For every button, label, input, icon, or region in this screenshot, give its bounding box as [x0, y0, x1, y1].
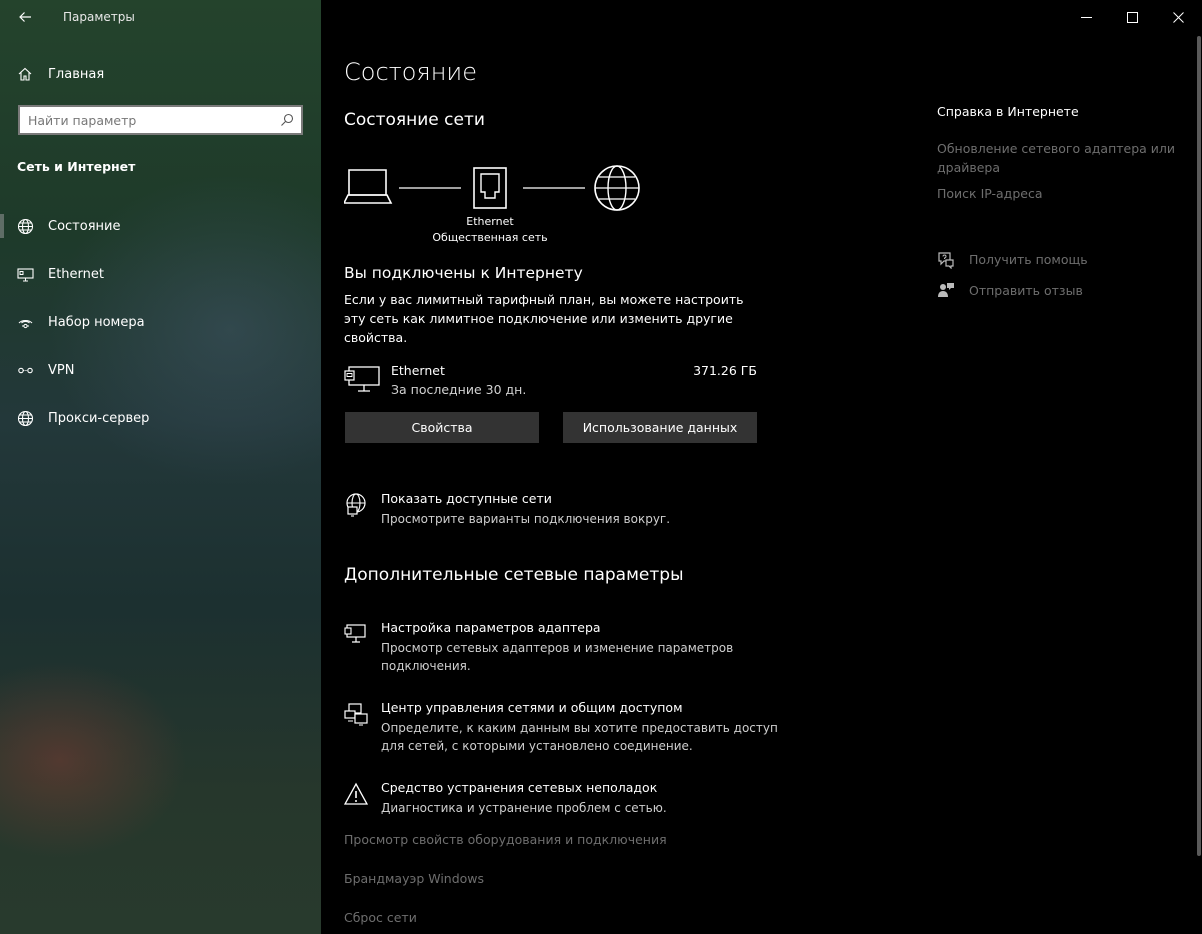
- ethernet-usage-row: Ethernet За последние 30 дн. 371.26 ГБ: [344, 360, 757, 400]
- show-networks-description: Просмотрите варианты подключения вокруг.: [381, 512, 671, 526]
- sidebar-item-label: Ethernet: [48, 266, 104, 282]
- warning-icon: [344, 782, 368, 805]
- show-networks-title: Показать доступные сети: [381, 491, 552, 506]
- sidebar-item-label: Главная: [48, 66, 105, 82]
- get-help-label: Получить помощь: [969, 252, 1088, 267]
- adapter-settings-title: Настройка параметров адаптера: [381, 620, 601, 635]
- windows-firewall-link[interactable]: Брандмауэр Windows: [344, 871, 484, 886]
- active-indicator: [0, 214, 4, 238]
- globe-icon: [17, 218, 34, 235]
- adapter-settings-link[interactable]: Настройка параметров адаптера Просмотр с…: [344, 620, 804, 676]
- hardware-properties-link[interactable]: Просмотр свойств оборудования и подключе…: [344, 832, 667, 847]
- network-diagram: Ethernet Общественная сеть: [342, 160, 654, 250]
- ethernet-name: Ethernet: [391, 363, 445, 378]
- network-reset-link[interactable]: Сброс сети: [344, 910, 417, 925]
- network-troubleshooter-link[interactable]: Средство устранения сетевых неполадок Ди…: [344, 780, 804, 820]
- app-title: Параметры: [63, 10, 135, 24]
- close-button[interactable]: [1155, 0, 1201, 34]
- globe-network-icon: [346, 493, 366, 517]
- update-adapter-driver-link[interactable]: Обновление сетевого адаптера или драйвер…: [937, 139, 1177, 177]
- sidebar-item-vpn[interactable]: VPN: [0, 350, 321, 390]
- network-diagram-graphic: [342, 165, 640, 211]
- section-title: Сеть и Интернет: [17, 159, 136, 174]
- sidebar-item-label: VPN: [48, 362, 75, 378]
- help-chat-icon: [938, 252, 954, 269]
- sidebar-item-label: Набор номера: [48, 314, 145, 330]
- search-box: [18, 105, 303, 135]
- page-title: Состояние: [344, 58, 477, 86]
- home-icon: [18, 67, 32, 81]
- advanced-settings-heading: Дополнительные сетевые параметры: [344, 565, 684, 585]
- ethernet-data-usage: 371.26 ГБ: [693, 363, 757, 378]
- sidebar: Параметры Главная Сеть и Интернет Состоя…: [0, 0, 321, 934]
- maximize-button[interactable]: [1109, 0, 1155, 34]
- network-sharing-center-link[interactable]: Центр управления сетями и общим доступом…: [344, 700, 804, 756]
- sidebar-item-label: Состояние: [48, 218, 121, 234]
- properties-button[interactable]: Свойства: [345, 412, 539, 443]
- back-button[interactable]: [10, 4, 40, 30]
- show-available-networks-link[interactable]: Показать доступные сети Просмотрите вари…: [344, 491, 804, 531]
- ethernet-icon: [17, 268, 34, 282]
- search-icon[interactable]: [280, 113, 294, 127]
- internet-globe-icon: [594, 165, 640, 211]
- find-ip-address-link[interactable]: Поиск IP-адреса: [937, 184, 1177, 203]
- sidebar-item-dialup[interactable]: Набор номера: [0, 302, 321, 342]
- connection-status-title: Вы подключены к Интернету: [344, 264, 583, 282]
- sidebar-item-ethernet[interactable]: Ethernet: [0, 254, 321, 294]
- sidebar-item-proxy[interactable]: Прокси-сервер: [0, 398, 321, 438]
- feedback-icon: [938, 283, 954, 297]
- network-adapter-icon: [344, 624, 366, 643]
- dialup-icon: [18, 320, 33, 329]
- diagram-network-label: Общественная сеть: [432, 231, 548, 244]
- close-icon: [1172, 11, 1184, 23]
- diagram-adapter-label: Ethernet: [466, 215, 514, 228]
- troubleshooter-title: Средство устранения сетевых неполадок: [381, 780, 658, 795]
- minimize-button[interactable]: [1063, 0, 1109, 34]
- sidebar-item-status[interactable]: Состояние: [0, 206, 321, 246]
- online-help-heading: Справка в Интернете: [937, 104, 1079, 119]
- search-input[interactable]: [20, 107, 268, 133]
- ethernet-adapter-icon: [344, 366, 380, 392]
- sharing-center-title: Центр управления сетями и общим доступом: [381, 700, 683, 715]
- sharing-center-icon: [344, 703, 368, 726]
- ethernet-port-icon: [473, 167, 507, 209]
- back-arrow-icon: [19, 12, 31, 22]
- vertical-scrollbar[interactable]: [1197, 36, 1201, 856]
- connection-status-description: Если у вас лимитный тарифный план, вы мо…: [344, 292, 744, 345]
- send-feedback-label: Отправить отзыв: [969, 283, 1083, 298]
- sidebar-item-label: Прокси-сервер: [48, 410, 150, 426]
- vpn-icon: [18, 367, 33, 374]
- troubleshooter-description: Диагностика и устранение проблем с сетью…: [381, 801, 667, 815]
- sharing-center-description: Определите, к каким данным вы хотите пре…: [381, 721, 778, 753]
- globe-icon: [17, 410, 34, 427]
- adapter-settings-description: Просмотр сетевых адаптеров и изменение п…: [381, 641, 734, 673]
- main-content: Состояние Состояние сети Ethernet Общест…: [321, 0, 1202, 934]
- data-usage-button[interactable]: Использование данных: [563, 412, 757, 443]
- sidebar-item-home[interactable]: Главная: [0, 58, 321, 90]
- ethernet-period: За последние 30 дн.: [391, 382, 527, 397]
- network-status-heading: Состояние сети: [344, 110, 485, 130]
- minimize-icon: [1080, 16, 1092, 18]
- maximize-icon: [1126, 11, 1138, 23]
- laptop-icon: [342, 169, 393, 204]
